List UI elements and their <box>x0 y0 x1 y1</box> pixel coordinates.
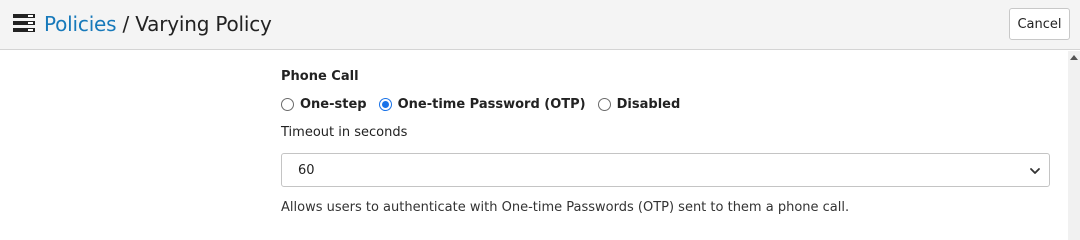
breadcrumb-link-policies[interactable]: Policies <box>44 12 117 36</box>
radio-label: One-step <box>300 96 367 112</box>
policy-list-icon <box>13 14 35 32</box>
breadcrumb: Policies / Varying Policy <box>44 11 272 37</box>
timeout-label: Timeout in seconds <box>281 125 408 140</box>
vertical-scrollbar[interactable] <box>1068 51 1080 240</box>
timeout-select-value: 60 <box>298 163 315 178</box>
scroll-up-arrow-icon[interactable] <box>1070 55 1078 60</box>
radio-label: Disabled <box>616 96 681 112</box>
radio-button[interactable] <box>597 97 611 111</box>
help-text: Allows users to authenticate with One-ti… <box>281 200 850 215</box>
radio-option-one-step[interactable]: One-step <box>281 97 367 112</box>
phone-call-section-label: Phone Call <box>281 69 359 84</box>
radio-option-disabled[interactable]: Disabled <box>597 96 681 112</box>
radio-button-checked[interactable] <box>378 97 392 111</box>
radio-label: One-time Password (OTP) <box>397 96 586 112</box>
timeout-select[interactable]: 60 <box>281 153 1050 187</box>
page-title: Varying Policy <box>135 12 272 36</box>
phone-call-radio-group: One-step One-time Password (OTP) Disable… <box>281 95 692 113</box>
chevron-down-icon <box>1030 168 1040 174</box>
form-content: Phone Call One-step One-time Password (O… <box>0 51 1068 240</box>
radio-button[interactable] <box>281 97 294 111</box>
radio-option-otp[interactable]: One-time Password (OTP) <box>378 96 586 112</box>
breadcrumb-separator: / <box>116 12 136 36</box>
page-header: Policies / Varying Policy Cancel <box>0 0 1080 50</box>
cancel-button[interactable]: Cancel <box>1009 8 1070 40</box>
